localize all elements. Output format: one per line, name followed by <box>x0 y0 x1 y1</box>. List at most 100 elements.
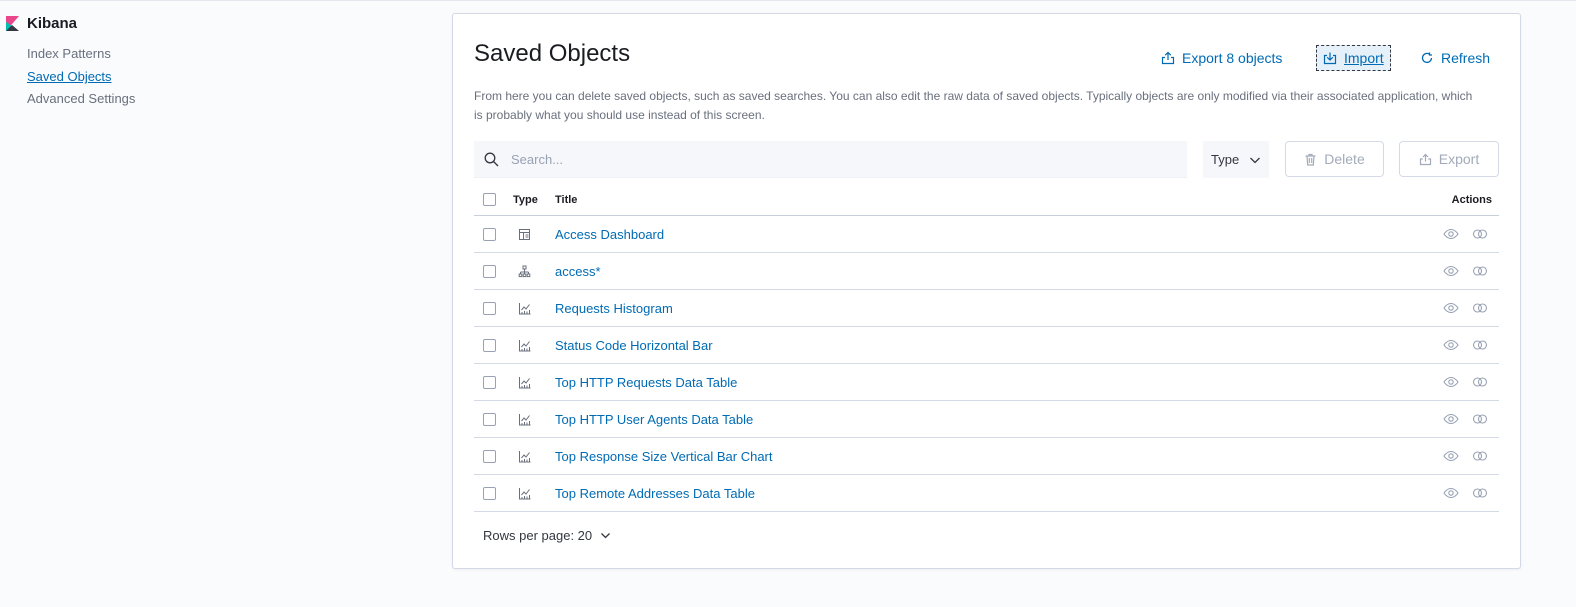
row-checkbox[interactable] <box>483 487 496 500</box>
inspect-action[interactable] <box>1443 449 1459 463</box>
table-row: Top HTTP User Agents Data Table <box>474 401 1499 438</box>
inspect-action[interactable] <box>1443 338 1459 352</box>
refresh-button[interactable]: Refresh <box>1414 45 1496 71</box>
sidebar-item-advanced-settings[interactable]: Advanced Settings <box>27 91 135 106</box>
inspect-action[interactable] <box>1443 301 1459 315</box>
row-checkbox[interactable] <box>483 376 496 389</box>
sidebar-item-saved-objects[interactable]: Saved Objects <box>27 69 112 84</box>
chevron-down-icon <box>1250 157 1260 163</box>
rows-per-page-label: Rows per page: 20 <box>483 528 593 543</box>
object-title-link[interactable]: access* <box>555 264 601 279</box>
export-icon <box>1419 153 1431 165</box>
relationships-icon <box>1472 451 1488 461</box>
delete-label: Delete <box>1324 151 1365 167</box>
saved-objects-table: Type Title Actions Access Dashboard acces… <box>474 184 1499 512</box>
visualization-icon <box>519 414 531 426</box>
inspect-eye-icon <box>1443 450 1459 462</box>
inspect-action[interactable] <box>1443 375 1459 389</box>
column-header-type[interactable]: Type <box>513 194 538 206</box>
relationships-action[interactable] <box>1472 264 1488 278</box>
relationships-action[interactable] <box>1472 338 1488 352</box>
import-label: Import <box>1344 50 1384 66</box>
trash-icon <box>1305 153 1316 166</box>
table-row: access* <box>474 253 1499 290</box>
row-checkbox[interactable] <box>483 339 496 352</box>
brand: Kibana <box>6 15 77 32</box>
relationships-icon <box>1472 414 1488 424</box>
import-button[interactable]: Import <box>1316 45 1391 71</box>
export-all-label: Export 8 objects <box>1182 50 1283 66</box>
relationships-action[interactable] <box>1472 301 1488 315</box>
object-title-link[interactable]: Top Response Size Vertical Bar Chart <box>555 449 773 464</box>
search-bar <box>474 141 1187 178</box>
refresh-label: Refresh <box>1441 50 1491 66</box>
search-input[interactable] <box>511 151 1171 167</box>
chevron-down-icon <box>601 533 611 539</box>
row-checkbox[interactable] <box>483 413 496 426</box>
inspect-action[interactable] <box>1443 486 1459 500</box>
inspect-eye-icon <box>1443 265 1459 277</box>
page-title: Saved Objects <box>474 40 631 67</box>
relationships-icon <box>1472 340 1488 350</box>
inspect-action[interactable] <box>1443 227 1459 241</box>
visualization-icon <box>519 488 531 500</box>
object-title-link[interactable]: Top HTTP User Agents Data Table <box>555 412 753 427</box>
relationships-action[interactable] <box>1472 449 1488 463</box>
relationships-icon <box>1472 266 1488 276</box>
relationships-icon <box>1472 488 1488 498</box>
inspect-action[interactable] <box>1443 264 1459 278</box>
object-title-link[interactable]: Top HTTP Requests Data Table <box>555 375 737 390</box>
object-title-link[interactable]: Access Dashboard <box>555 227 664 242</box>
saved-objects-panel: Saved Objects Export 8 objects Import Re… <box>452 13 1521 569</box>
visualization-icon <box>519 303 531 315</box>
delete-button[interactable]: Delete <box>1285 141 1384 177</box>
relationships-action[interactable] <box>1472 375 1488 389</box>
export-button[interactable]: Export <box>1399 141 1499 177</box>
inspect-eye-icon <box>1443 339 1459 351</box>
inspect-eye-icon <box>1443 487 1459 499</box>
page-description: From here you can delete saved objects, … <box>474 89 1473 122</box>
export-icon <box>1161 51 1175 65</box>
inspect-eye-icon <box>1443 302 1459 314</box>
refresh-icon <box>1421 52 1433 64</box>
relationships-action[interactable] <box>1472 227 1488 241</box>
search-icon <box>484 152 499 166</box>
object-title-link[interactable]: Top Remote Addresses Data Table <box>555 486 755 501</box>
row-checkbox[interactable] <box>483 228 496 241</box>
relationships-icon <box>1472 303 1488 313</box>
object-title-link[interactable]: Requests Histogram <box>555 301 673 316</box>
relationships-icon <box>1472 377 1488 387</box>
table-row: Top Response Size Vertical Bar Chart <box>474 438 1499 475</box>
visualization-icon <box>519 340 531 352</box>
dashboard-icon <box>519 229 530 240</box>
table-row: Requests Histogram <box>474 290 1499 327</box>
relationships-action[interactable] <box>1472 412 1488 426</box>
table-row: Access Dashboard <box>474 216 1499 253</box>
visualization-icon <box>519 377 531 389</box>
type-filter-dropdown[interactable]: Type <box>1203 141 1269 178</box>
inspect-eye-icon <box>1443 376 1459 388</box>
relationships-icon <box>1472 229 1488 239</box>
table-row: Top Remote Addresses Data Table <box>474 475 1499 512</box>
sidebar: Kibana Index Patterns Saved Objects Adva… <box>0 0 440 607</box>
sidebar-item-index-patterns[interactable]: Index Patterns <box>27 46 111 61</box>
index-pattern-icon <box>518 265 531 278</box>
table-row: Status Code Horizontal Bar <box>474 327 1499 364</box>
visualization-icon <box>519 451 531 463</box>
inspect-action[interactable] <box>1443 412 1459 426</box>
row-checkbox[interactable] <box>483 265 496 278</box>
object-title-link[interactable]: Status Code Horizontal Bar <box>555 338 713 353</box>
rows-per-page-selector[interactable]: Rows per page: 20 <box>483 528 611 543</box>
export-all-button[interactable]: Export 8 objects <box>1155 45 1288 71</box>
import-icon <box>1323 52 1337 65</box>
table-header: Type Title Actions <box>474 184 1499 216</box>
export-label: Export <box>1438 151 1480 167</box>
column-header-actions: Actions <box>1451 194 1492 206</box>
relationships-action[interactable] <box>1472 486 1488 500</box>
row-checkbox[interactable] <box>483 450 496 463</box>
table-body: Access Dashboard access* Requests Histogra… <box>474 216 1499 512</box>
row-checkbox[interactable] <box>483 302 496 315</box>
select-all-checkbox[interactable] <box>483 193 496 206</box>
app-title: Kibana <box>27 15 78 32</box>
column-header-title[interactable]: Title <box>555 194 577 206</box>
